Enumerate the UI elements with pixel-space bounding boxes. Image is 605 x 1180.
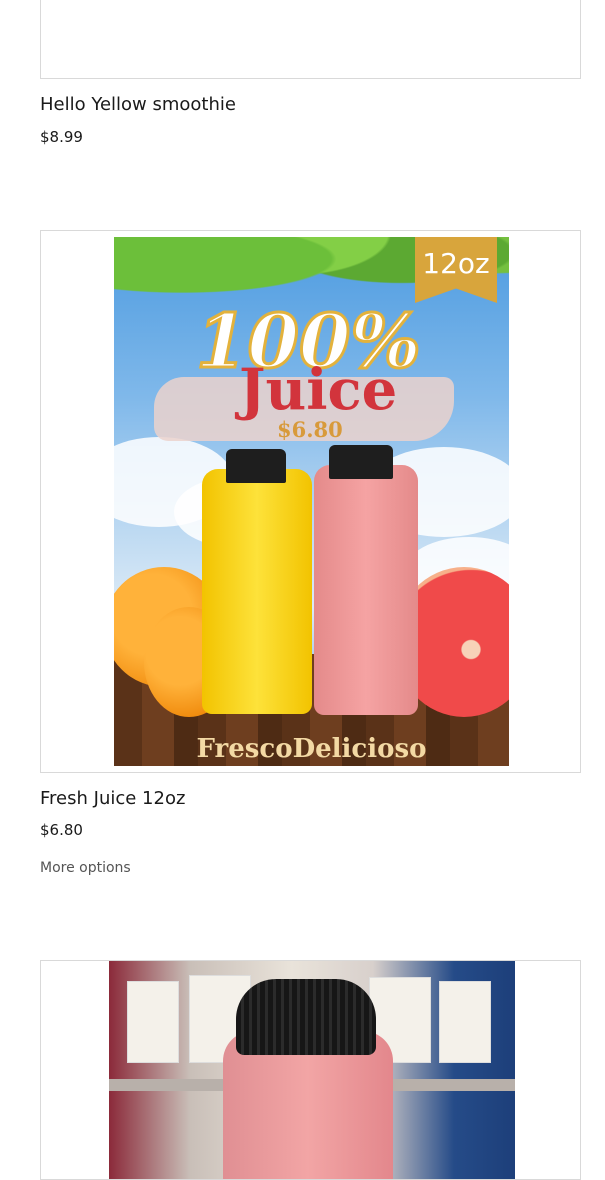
poster-headline: Juice	[239, 357, 398, 423]
product-image-frame[interactable]	[40, 960, 581, 1180]
product-image-frame[interactable]: 12oz 100% Juice $6.80 FrescoDelicioso	[40, 230, 581, 773]
poster-price: $6.80	[277, 417, 343, 442]
bottle-cap	[329, 445, 393, 479]
size-badge-text: 12oz	[422, 247, 490, 280]
yellow-juice-bottle	[202, 469, 312, 714]
product-image-frame[interactable]	[40, 0, 581, 79]
shelf-label	[127, 981, 179, 1063]
bottle-cap	[226, 449, 286, 483]
pink-juice-bottle	[314, 465, 418, 715]
bottle-cap	[236, 979, 376, 1055]
shelf-label	[439, 981, 491, 1063]
product-image[interactable]: 12oz 100% Juice $6.80 FrescoDelicioso	[114, 237, 509, 766]
product-price: $8.99	[40, 128, 83, 146]
product-name[interactable]: Fresh Juice 12oz	[40, 788, 185, 809]
product-image[interactable]	[109, 961, 515, 1179]
more-options-link[interactable]: More options	[40, 860, 131, 876]
product-name[interactable]: Hello Yellow smoothie	[40, 94, 236, 115]
poster-brand: FrescoDelicioso	[196, 734, 427, 764]
product-price: $6.80	[40, 821, 83, 839]
